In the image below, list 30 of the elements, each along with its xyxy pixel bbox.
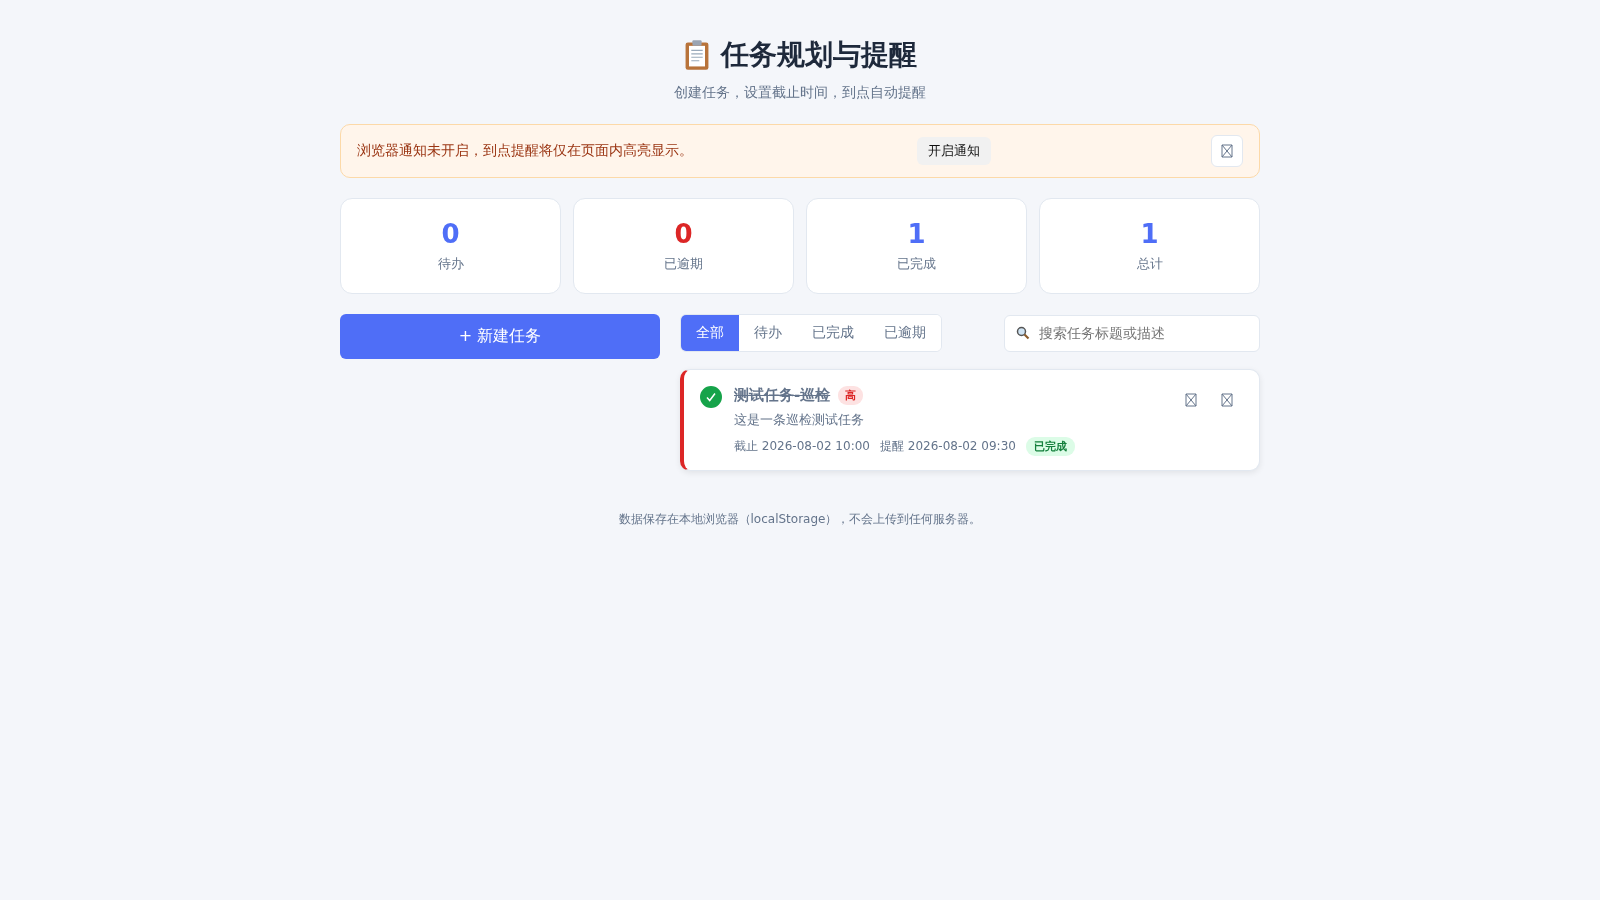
filter-tab[interactable]: 全部 [681, 315, 739, 351]
search-icon [1016, 325, 1030, 340]
enable-notification-button[interactable]: 开启通知 [917, 137, 991, 165]
priority-tag: 高 [838, 386, 864, 405]
stat-label: 已逾期 [664, 255, 703, 273]
close-button[interactable] [1211, 135, 1243, 167]
stat-label: 总计 [1136, 255, 1163, 273]
remind-time: 提醒 2026-08-02 09:30 [879, 438, 1016, 455]
checkmark-icon [705, 391, 717, 403]
search-field[interactable]: 搜索任务标题或描述 [1004, 314, 1260, 352]
stat-label: 已完成 [897, 255, 936, 273]
task-checkbox[interactable] [700, 386, 722, 408]
close-icon [1221, 144, 1233, 158]
stat-value: 0 [441, 219, 460, 249]
new-task-button[interactable]: + 新建任务 [340, 314, 660, 359]
stat-value: 1 [907, 219, 926, 249]
due-time: 截止 2026-08-02 10:00 [734, 438, 870, 455]
task-title: 测试任务-巡检 [734, 386, 831, 405]
stat-value: 0 [674, 219, 693, 249]
clipboard-icon [683, 39, 711, 71]
notice-text: 浏览器通知未开启，到点提醒将仅在页面内高亮显示。 [357, 142, 694, 160]
stat-label: 待办 [437, 255, 464, 273]
box-icon [1221, 393, 1233, 407]
page-title: 任务规划与提醒 [721, 37, 917, 73]
stat-value: 1 [1140, 219, 1159, 249]
box-icon [1185, 393, 1197, 407]
footer-note: 数据保存在本地浏览器（localStorage），不会上传到任何服务器。 [617, 511, 983, 528]
task-description: 这是一条巡检测试任务 [734, 411, 865, 429]
page-subtitle: 创建任务，设置截止时间，到点自动提醒 [673, 84, 927, 102]
status-tag: 已完成 [1025, 437, 1075, 456]
